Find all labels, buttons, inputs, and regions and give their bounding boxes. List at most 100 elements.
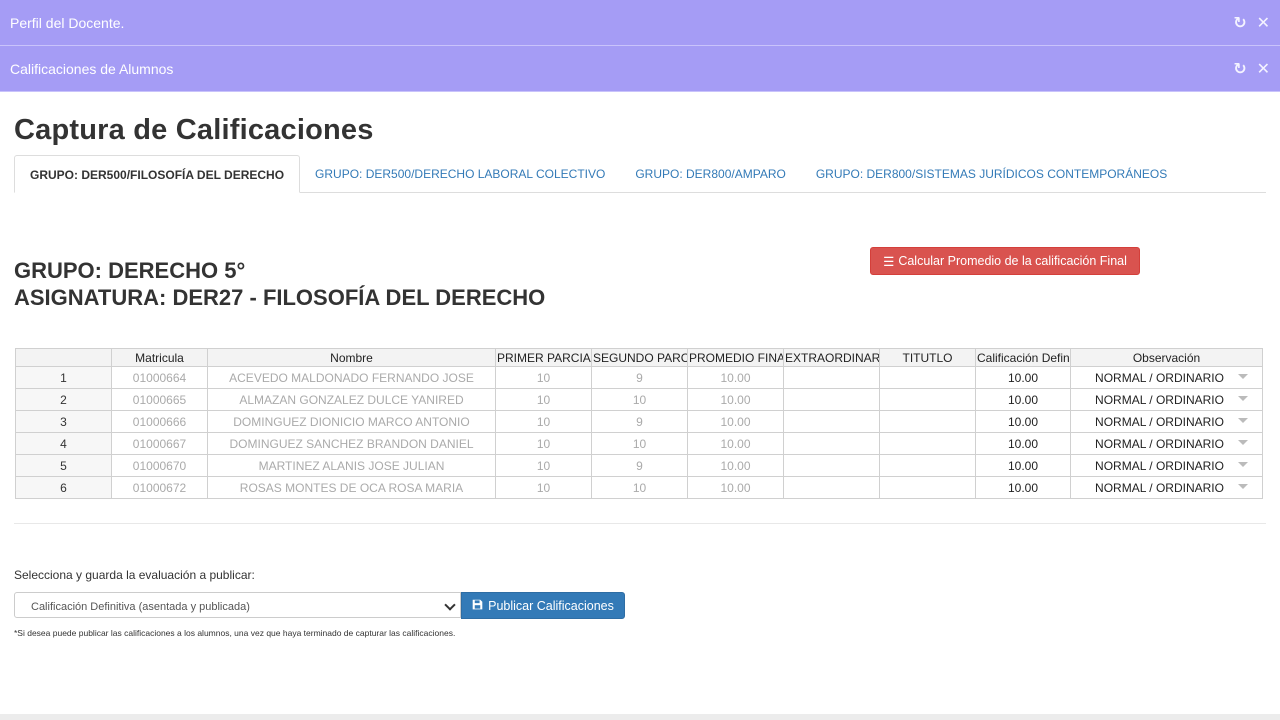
tab-pane: GRUPO: DERECHO 5° ASIGNATURA: DER27 - FI…	[14, 193, 1266, 524]
cell-titulo[interactable]	[879, 454, 976, 477]
cell-matricula: 01000672	[111, 476, 208, 499]
panel-controls: ↻ ✕	[1233, 13, 1270, 33]
row-index: 2	[15, 388, 112, 411]
footer-strip	[0, 714, 1280, 720]
dropdown-arrow-icon[interactable]	[1238, 440, 1248, 445]
group-heading: GRUPO: DERECHO 5° ASIGNATURA: DER27 - FI…	[14, 257, 545, 311]
cell-titulo[interactable]	[879, 476, 976, 499]
row-index: 6	[15, 476, 112, 499]
col-header-extraordinario[interactable]: EXTRAORDINARIO	[783, 348, 880, 367]
publish-grades-button[interactable]: Publicar Calificaciones	[461, 592, 625, 619]
cell-promedio-final: 10.00	[687, 410, 784, 433]
col-header-matricula[interactable]: Matricula	[111, 348, 208, 367]
tab-der500-laboral[interactable]: GRUPO: DER500/DERECHO LABORAL COLECTIVO	[300, 155, 620, 192]
cell-calificacion-definitiva[interactable]: 10.00	[975, 410, 1071, 433]
publish-note: *Si desea puede publicar las calificacio…	[14, 628, 456, 638]
col-header-primer-parcial[interactable]: PRIMER PARCIAL	[495, 348, 592, 367]
cell-observacion-select[interactable]: NORMAL / ORDINARIO	[1070, 432, 1263, 455]
cell-extraordinario[interactable]	[783, 388, 880, 411]
cell-matricula: 01000664	[111, 366, 208, 389]
cell-primer-parcial: 10	[495, 454, 592, 477]
panel-title: Calificaciones de Alumnos	[10, 60, 174, 77]
cell-calificacion-definitiva[interactable]: 10.00	[975, 432, 1071, 455]
col-header-nombre[interactable]: Nombre	[207, 348, 496, 367]
cell-extraordinario[interactable]	[783, 476, 880, 499]
cell-titulo[interactable]	[879, 366, 976, 389]
table-row: 1 01000664 ACEVEDO MALDONADO FERNANDO JO…	[15, 366, 1263, 389]
cell-primer-parcial: 10	[495, 388, 592, 411]
table-header-row: Matricula Nombre PRIMER PARCIAL SEGUNDO …	[15, 348, 1263, 367]
row-index: 5	[15, 454, 112, 477]
list-icon: ☰	[883, 254, 895, 269]
cell-segundo-parcial: 9	[591, 410, 688, 433]
cell-promedio-final: 10.00	[687, 454, 784, 477]
col-header-titulo[interactable]: TITUTLO	[879, 348, 976, 367]
cell-segundo-parcial: 10	[591, 388, 688, 411]
observacion-value: NORMAL / ORDINARIO	[1095, 370, 1224, 385]
observacion-value: NORMAL / ORDINARIO	[1095, 414, 1224, 429]
table-row: 5 01000670 MARTINEZ ALANIS JOSE JULIAN 1…	[15, 454, 1263, 477]
refresh-icon[interactable]: ↻	[1233, 13, 1246, 33]
cell-matricula: 01000670	[111, 454, 208, 477]
cell-extraordinario[interactable]	[783, 454, 880, 477]
dropdown-arrow-icon[interactable]	[1238, 396, 1248, 401]
cell-segundo-parcial: 10	[591, 432, 688, 455]
cell-segundo-parcial: 9	[591, 366, 688, 389]
cell-calificacion-definitiva[interactable]: 10.00	[975, 366, 1071, 389]
calculate-average-button[interactable]: ☰ Calcular Promedio de la calificación F…	[870, 247, 1140, 275]
chevron-down-icon	[444, 599, 456, 611]
group-tabs: GRUPO: DER500/FILOSOFÍA DEL DERECHO GRUP…	[14, 155, 1266, 193]
dropdown-arrow-icon[interactable]	[1238, 462, 1248, 467]
cell-titulo[interactable]	[879, 410, 976, 433]
cell-segundo-parcial: 10	[591, 476, 688, 499]
cell-primer-parcial: 10	[495, 366, 592, 389]
cell-nombre: MARTINEZ ALANIS JOSE JULIAN	[207, 454, 496, 477]
close-icon[interactable]: ✕	[1257, 59, 1270, 79]
cell-matricula: 01000665	[111, 388, 208, 411]
cell-nombre: DOMINGUEZ DIONICIO MARCO ANTONIO	[207, 410, 496, 433]
grades-table: Matricula Nombre PRIMER PARCIAL SEGUNDO …	[15, 348, 1263, 499]
dropdown-arrow-icon[interactable]	[1238, 484, 1248, 489]
cell-primer-parcial: 10	[495, 432, 592, 455]
cell-extraordinario[interactable]	[783, 432, 880, 455]
cell-observacion-select[interactable]: NORMAL / ORDINARIO	[1070, 410, 1263, 433]
page-title: Captura de Calificaciones	[14, 114, 374, 146]
tab-der800-sistemas[interactable]: GRUPO: DER800/SISTEMAS JURÍDICOS CONTEMP…	[801, 155, 1182, 192]
cell-observacion-select[interactable]: NORMAL / ORDINARIO	[1070, 476, 1263, 499]
panel-header-calificaciones: Calificaciones de Alumnos ↻ ✕	[0, 46, 1280, 92]
tab-der800-amparo[interactable]: GRUPO: DER800/AMPARO	[620, 155, 800, 192]
col-header-calificacion-definitiva[interactable]: Calificación Defin	[975, 348, 1071, 367]
table-row: 6 01000672 ROSAS MONTES DE OCA ROSA MARI…	[15, 476, 1263, 499]
evaluation-select[interactable]: Calificación Definitiva (asentada y publ…	[14, 592, 461, 618]
col-header-segundo-parcial[interactable]: SEGUNDO PARCI.	[591, 348, 688, 367]
cell-calificacion-definitiva[interactable]: 10.00	[975, 454, 1071, 477]
close-icon[interactable]: ✕	[1257, 13, 1270, 33]
cell-observacion-select[interactable]: NORMAL / ORDINARIO	[1070, 388, 1263, 411]
group-name: GRUPO: DERECHO 5°	[14, 258, 246, 283]
row-index: 4	[15, 432, 112, 455]
col-header-observacion[interactable]: Observación	[1070, 348, 1263, 367]
cell-titulo[interactable]	[879, 388, 976, 411]
cell-nombre: DOMINGUEZ SANCHEZ BRANDON DANIEL	[207, 432, 496, 455]
cell-promedio-final: 10.00	[687, 476, 784, 499]
cell-nombre: ALMAZAN GONZALEZ DULCE YANIRED	[207, 388, 496, 411]
cell-calificacion-definitiva[interactable]: 10.00	[975, 476, 1071, 499]
cell-matricula: 01000666	[111, 410, 208, 433]
main-content: Captura de Calificaciones GRUPO: DER500/…	[0, 114, 1280, 524]
refresh-icon[interactable]: ↻	[1233, 59, 1246, 79]
cell-matricula: 01000667	[111, 432, 208, 455]
cell-segundo-parcial: 9	[591, 454, 688, 477]
calculate-average-label: Calcular Promedio de la calificación Fin…	[898, 254, 1127, 268]
save-icon	[472, 599, 483, 613]
cell-observacion-select[interactable]: NORMAL / ORDINARIO	[1070, 454, 1263, 477]
cell-extraordinario[interactable]	[783, 366, 880, 389]
cell-observacion-select[interactable]: NORMAL / ORDINARIO	[1070, 366, 1263, 389]
dropdown-arrow-icon[interactable]	[1238, 374, 1248, 379]
col-header-promedio-final[interactable]: PROMEDIO FINA	[687, 348, 784, 367]
tab-der500-filosofia[interactable]: GRUPO: DER500/FILOSOFÍA DEL DERECHO	[14, 155, 301, 193]
publish-label: Selecciona y guarda la evaluación a publ…	[14, 568, 255, 582]
cell-extraordinario[interactable]	[783, 410, 880, 433]
cell-calificacion-definitiva[interactable]: 10.00	[975, 388, 1071, 411]
dropdown-arrow-icon[interactable]	[1238, 418, 1248, 423]
cell-titulo[interactable]	[879, 432, 976, 455]
